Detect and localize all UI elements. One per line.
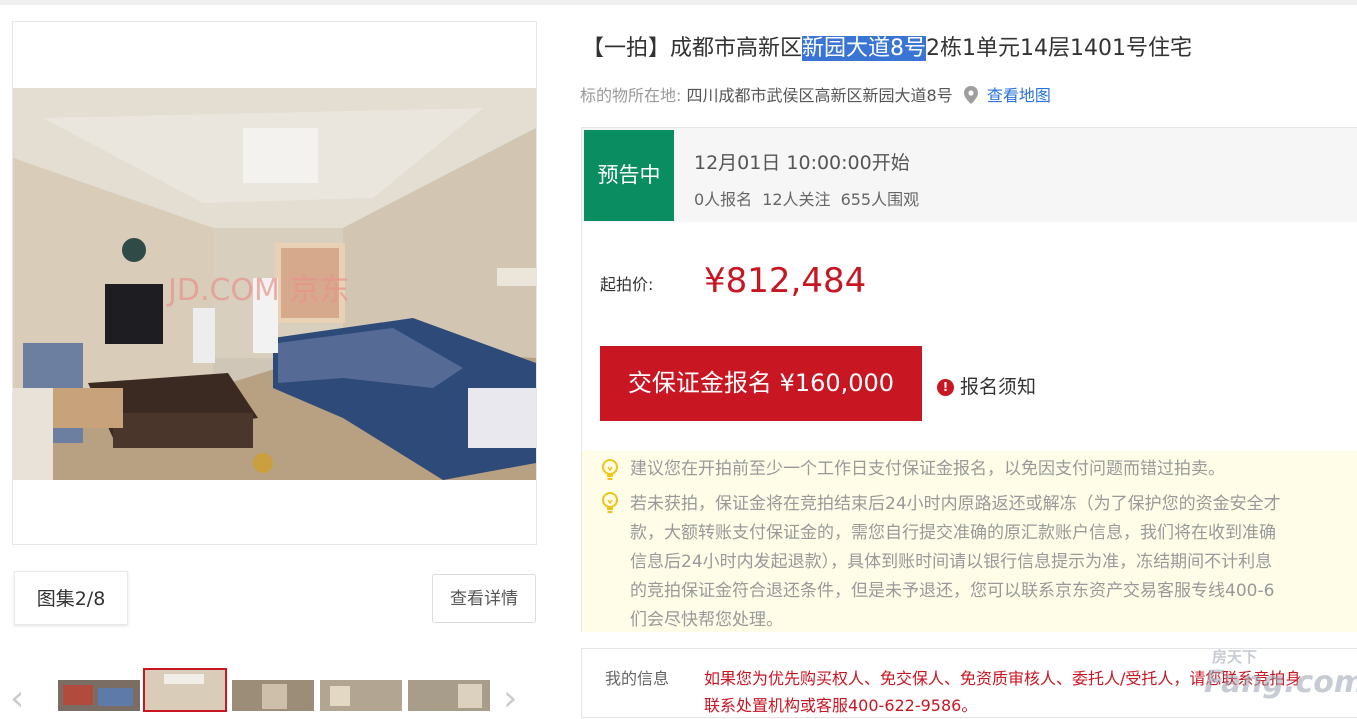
title-suffix: 2栋1单元14层1401号住宅 [926,36,1192,61]
registration-notice-link[interactable]: ! 报名须知 [937,372,1036,399]
thumbnail-3[interactable] [232,680,314,711]
pay-deposit-register-button[interactable]: 交保证金报名 ¥160,000 [600,346,922,421]
fang-watermark-logo: 房天下 Fang.com [1190,642,1357,702]
main-photo-frame[interactable]: JD.COM 京东 [12,21,537,545]
tip-2-line-3: 信息后24小时内发起退款），具体到账时间请以银行信息提示为准，冻结期间不计利息 [630,552,1273,572]
viewer-count: 655人围观 [840,190,920,209]
status-badge: 预告中 [584,130,674,221]
tip-2-line-4: 的竞拍保证金符合退还条件，但是未予退还，您可以联系京东资产交易客服专线400-6 [630,581,1275,601]
view-detail-button[interactable]: 查看详情 [432,574,536,623]
lightbulb-icon [600,491,620,517]
listing-title: 【一拍】成都市高新区新园大道8号2栋1单元14层1401号住宅 [582,30,1192,62]
tip-2-line-1: 若未获拍，保证金将在竞拍结束后24小时内原路返还或解冻（为了保护您的资金安全才 [630,494,1281,514]
alert-icon: ! [937,379,954,396]
listing-photo[interactable]: JD.COM 京东 [13,88,536,480]
location-label: 标的物所在地: [580,86,682,105]
auction-stats: 0人报名 12人关注 655人围观 [694,186,929,210]
tip-2-line-5: 们会尽快帮您处理。 [630,610,783,630]
follower-count: 12人关注 [762,190,831,209]
svg-text:Fang.com: Fang.com [1204,665,1357,700]
status-strip: 预告中 12月01日 10:00:00开始 0人报名 12人关注 655人围观 [582,128,1357,222]
start-time: 12月01日 10:00:00开始 [694,152,910,174]
tips-panel: 建议您在开拍前至少一个工作日支付保证金报名，以免因支付问题而错过拍卖。 若未获拍… [582,451,1357,632]
title-highlight: 新园大道8号 [802,36,927,61]
thumbnail-2[interactable] [143,668,227,712]
svg-text:JD.COM 京东: JD.COM 京东 [166,273,349,308]
thumbnail-1[interactable] [58,680,140,711]
starting-price-label: 起拍价: [600,275,654,294]
map-pin-icon [963,86,978,104]
tip-2-line-2: 款，大额转账支付保证金的，需您自行提交准确的原汇款账户信息，我们将在收到准确 [630,523,1276,543]
tip-2: 若未获拍，保证金将在竞拍结束后24小时内原路返还或解冻（为了保护您的资金安全才 … [630,490,1357,635]
lightbulb-icon [600,458,620,484]
thumbnail-4[interactable] [320,680,402,711]
thumbnail-strip [58,668,498,712]
location-row: 标的物所在地: 四川成都市武侯区高新区新园大道8号 查看地图 [580,82,1051,106]
thumb-next-arrow-icon[interactable]: › [503,681,533,717]
starting-price-value: ¥812,484 [704,261,867,301]
tip-1: 建议您在开拍前至少一个工作日支付保证金报名，以免因支付问题而错过拍卖。 [630,459,1225,479]
top-bar [0,0,1357,5]
thumbnail-5[interactable] [408,680,490,711]
view-map-link[interactable]: 查看地图 [987,86,1051,105]
title-prefix: 【一拍】成都市高新区 [582,36,803,61]
svg-text:房天下: 房天下 [1212,648,1257,666]
signup-count: 0人报名 [694,190,753,209]
auction-panel: 预告中 12月01日 10:00:00开始 0人报名 12人关注 655人围观 起拍… [581,127,1357,632]
registration-notice-label: 报名须知 [960,376,1037,398]
thumb-prev-arrow-icon[interactable]: ‹ [10,681,40,717]
location-address: 四川成都市武侯区高新区新园大道8号 [686,86,953,105]
my-info-label: 我的信息 [605,669,670,688]
gallery-counter: 图集2/8 [14,571,128,625]
